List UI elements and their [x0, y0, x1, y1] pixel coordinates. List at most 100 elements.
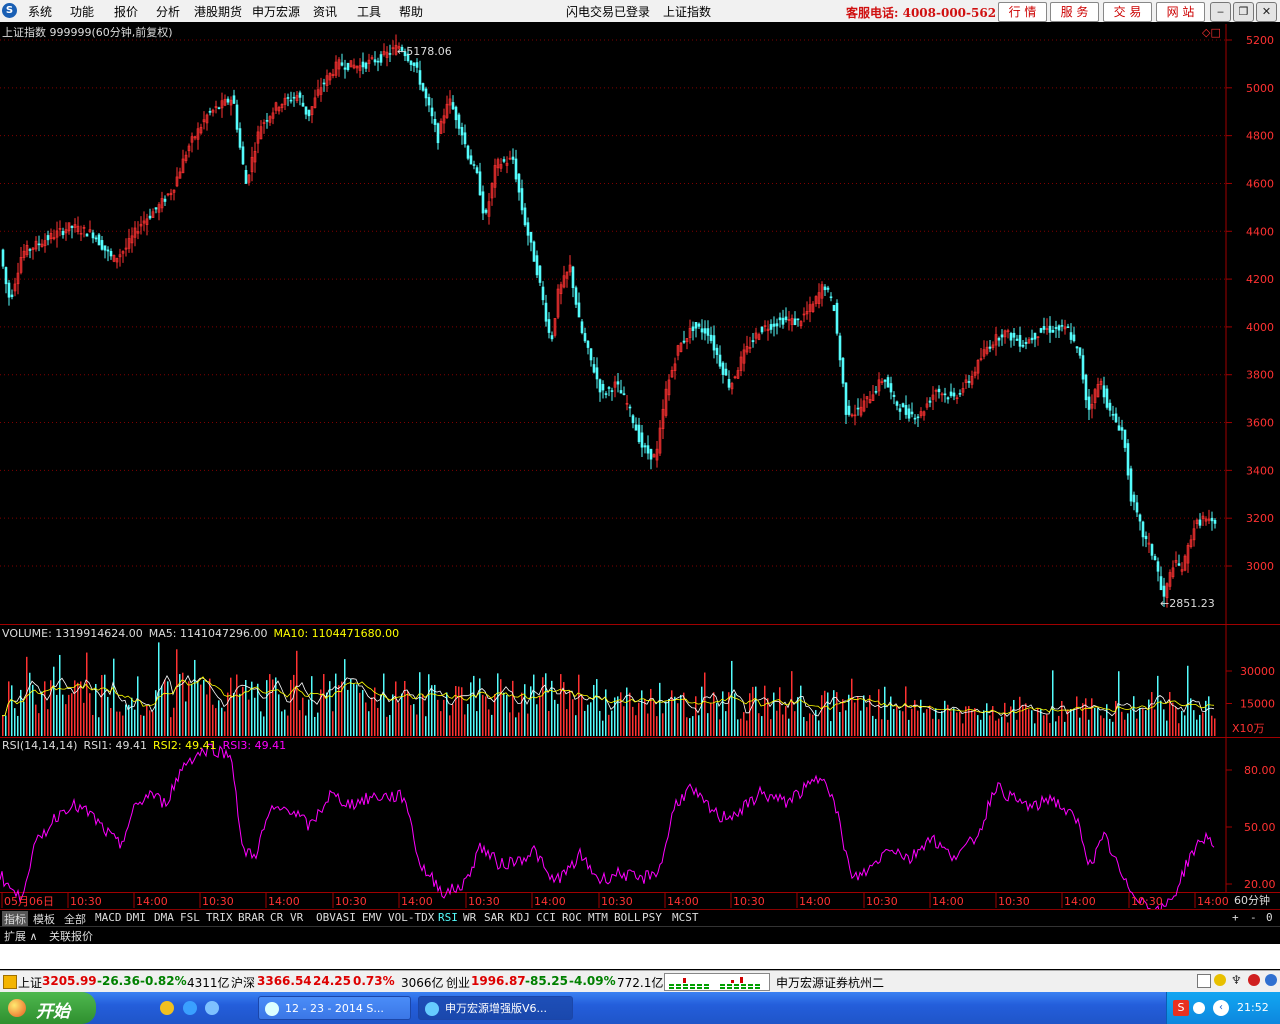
alert-icon[interactable]	[1248, 974, 1260, 986]
candle-body	[901, 403, 905, 408]
menu-item-tools[interactable]: 工具	[357, 3, 381, 20]
indicator-tab-bar: 指标 模板 全部 MACD DMI DMA FSL TRIX BRAR CR VR OBV ASI EMV…	[0, 909, 1280, 927]
candle-body	[706, 328, 710, 336]
menu-item-swhy[interactable]: 申万宏源	[252, 3, 300, 20]
indicator-tab-dma[interactable]: DMA	[154, 911, 174, 924]
volume-bar	[1121, 711, 1123, 736]
info-icon[interactable]	[1265, 974, 1277, 986]
volume-bar	[260, 711, 262, 736]
chart-background	[0, 23, 1280, 909]
tray-app-icon[interactable]	[1193, 1002, 1205, 1014]
indicator-tab-rsi[interactable]: RSI	[438, 911, 458, 924]
candle-body	[1213, 519, 1217, 524]
candle-body	[778, 317, 782, 321]
related-quotes-tab[interactable]: 关联报价	[49, 928, 93, 944]
volume-bar	[221, 707, 223, 736]
chart-corner-mark[interactable]: ◇□	[1202, 26, 1221, 39]
start-button[interactable]: 开始	[0, 992, 96, 1024]
indicator-tab-boll[interactable]: BOLL	[614, 911, 641, 924]
indicator-tab-fsl[interactable]: FSL	[180, 911, 200, 924]
volume-bar	[380, 694, 382, 736]
indicator-tab-[interactable]: 指标	[2, 911, 28, 927]
indicator-tab-trix[interactable]: TRIX	[206, 911, 233, 924]
volume-bar	[713, 692, 715, 736]
candle-body	[550, 335, 554, 340]
menu-item-quote[interactable]: 报价	[114, 3, 138, 20]
volume-bar	[809, 713, 811, 736]
reset-indicator-button[interactable]: 0	[1266, 911, 1273, 924]
indicator-tab-cr[interactable]: CR	[270, 911, 283, 924]
indicator-tab-[interactable]: 全部	[64, 911, 86, 927]
sh-index-name[interactable]: 上证	[18, 974, 42, 991]
volume-bar	[644, 698, 646, 736]
indicator-tab-asi[interactable]: ASI	[336, 911, 356, 924]
ime-icon[interactable]: S	[1173, 1000, 1189, 1016]
market-button[interactable]: 行 情	[998, 2, 1047, 22]
volume-bar	[170, 717, 172, 736]
trade-button[interactable]: 交 易	[1103, 2, 1152, 22]
candle-body	[1000, 334, 1004, 338]
indicator-tab-obv[interactable]: OBV	[316, 911, 336, 924]
hs-index-name[interactable]: 沪深	[231, 974, 255, 991]
indicator-tab-vol-tdx[interactable]: VOL-TDX	[388, 911, 434, 924]
quicklaunch-ie-icon[interactable]	[183, 1001, 197, 1015]
indicator-tab-cci[interactable]: CCI	[536, 911, 556, 924]
volume-bar	[926, 709, 928, 736]
volume-bar	[227, 692, 229, 736]
expand-tab[interactable]: 扩展 ∧	[4, 928, 38, 944]
candle-body	[1153, 556, 1157, 561]
volume-bar	[974, 708, 976, 736]
indicator-tab-roc[interactable]: ROC	[562, 911, 582, 924]
indicator-tab-kdj[interactable]: KDJ	[510, 911, 530, 924]
status-menu-icon[interactable]	[3, 975, 17, 989]
signal-icon[interactable]: ♆	[1231, 973, 1242, 987]
indicator-tab-mtm[interactable]: MTM	[588, 911, 608, 924]
volume-bar	[1139, 707, 1141, 736]
window-toggle-icon[interactable]	[1197, 974, 1211, 988]
taskbar-task-swhy[interactable]: 申万宏源增强版V6...	[418, 996, 573, 1020]
time-axis-label: 10:30	[335, 895, 367, 908]
menu-item-system[interactable]: 系统	[28, 3, 52, 20]
menu-item-help[interactable]: 帮助	[399, 3, 423, 20]
indicator-tab-macd[interactable]: MACD	[95, 911, 122, 924]
indicator-tab-sar[interactable]: SAR	[484, 911, 504, 924]
website-button[interactable]: 网 站	[1156, 2, 1205, 22]
volume-bar	[602, 720, 604, 736]
indicator-tab-wr[interactable]: WR	[463, 911, 476, 924]
service-button[interactable]: 服 务	[1050, 2, 1099, 22]
period-label[interactable]: 60分钟	[1234, 893, 1270, 907]
stock-chart[interactable]: 5200 5000 4800 4600 4400 4200 4000 3800 3600 3400…	[0, 23, 1280, 909]
indicator-tab-emv[interactable]: EMV	[362, 911, 382, 924]
indicator-tab-mcst[interactable]: MCST	[672, 911, 699, 924]
volume-bar	[287, 715, 289, 736]
menu-item-news[interactable]: 资讯	[313, 3, 337, 20]
volume-bar	[56, 694, 58, 736]
tray-expand-icon[interactable]: ‹	[1213, 1000, 1229, 1016]
volume-bar	[392, 694, 394, 736]
volume-bar	[383, 673, 385, 736]
add-indicator-button[interactable]: +	[1232, 911, 1239, 924]
volume-bar	[944, 700, 946, 736]
indicator-tab-brar[interactable]: BRAR	[238, 911, 265, 924]
close-button[interactable]: ✕	[1256, 2, 1277, 22]
indicator-tab-dmi[interactable]: DMI	[126, 911, 146, 924]
minimize-button[interactable]: ‒	[1210, 2, 1231, 22]
menu-item-function[interactable]: 功能	[70, 3, 94, 20]
volume-bar	[503, 692, 505, 736]
sh-index-value: 3205.99	[42, 974, 97, 988]
quicklaunch-browser-icon[interactable]	[205, 1001, 219, 1015]
taskbar-task-browser[interactable]: 12 - 23 - 2014 S...	[258, 996, 411, 1020]
candle-body	[1015, 338, 1019, 341]
remove-indicator-button[interactable]: -	[1250, 911, 1257, 924]
indicator-tab-psy[interactable]: PSY	[642, 911, 662, 924]
quicklaunch-app-icon[interactable]	[160, 1001, 174, 1015]
menu-item-hk-futures[interactable]: 港股期货	[194, 3, 242, 20]
lock-icon[interactable]	[1214, 974, 1226, 986]
volume-bar	[884, 686, 886, 736]
volume-bar	[743, 712, 745, 736]
restore-button[interactable]: ❐	[1233, 2, 1254, 22]
menu-item-analysis[interactable]: 分析	[156, 3, 180, 20]
indicator-tab-[interactable]: 模板	[33, 911, 55, 927]
cy-index-name[interactable]: 创业	[446, 974, 470, 991]
indicator-tab-vr[interactable]: VR	[290, 911, 303, 924]
